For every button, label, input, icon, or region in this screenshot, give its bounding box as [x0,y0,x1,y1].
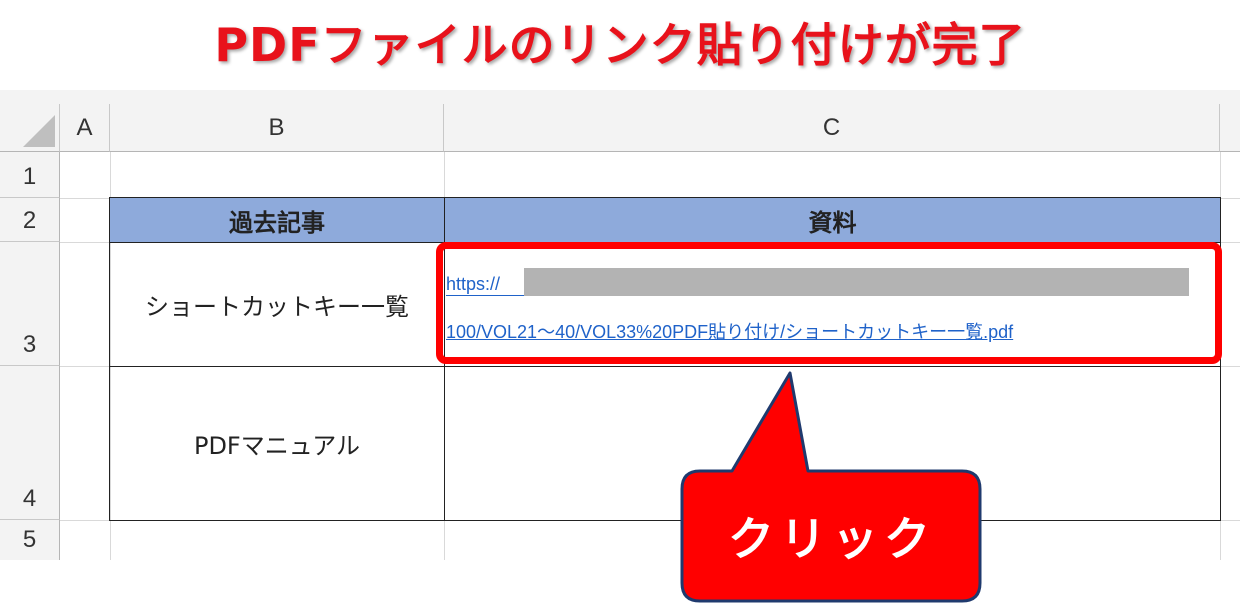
column-header-d[interactable] [1220,104,1240,152]
callout-bubble-icon [680,371,982,603]
column-header-b[interactable]: B [110,104,444,152]
select-all-icon [23,115,55,147]
cell-c2[interactable]: 資料 [444,197,1221,243]
cell-b4[interactable]: PDFマニュアル [109,366,445,521]
link-highlight-box [436,242,1222,364]
page-title: PDFファイルのリンク貼り付けが完了 [214,18,1026,72]
callout-label: クリック [728,512,936,566]
cell-b3[interactable]: ショートカットキー一覧 [109,242,445,367]
click-callout: クリック [680,365,984,605]
row-header-4[interactable]: 4 [0,366,60,520]
column-header-c[interactable]: C [444,104,1220,152]
select-all-button[interactable] [0,104,60,152]
ribbon-edge [0,90,1240,105]
row-header-5[interactable]: 5 [0,520,60,560]
cell-b2[interactable]: 過去記事 [109,197,445,243]
row-header-3[interactable]: 3 [0,242,60,366]
row-header-1[interactable]: 1 [0,152,60,198]
row-header-2[interactable]: 2 [0,198,60,242]
column-header-a[interactable]: A [60,104,110,152]
